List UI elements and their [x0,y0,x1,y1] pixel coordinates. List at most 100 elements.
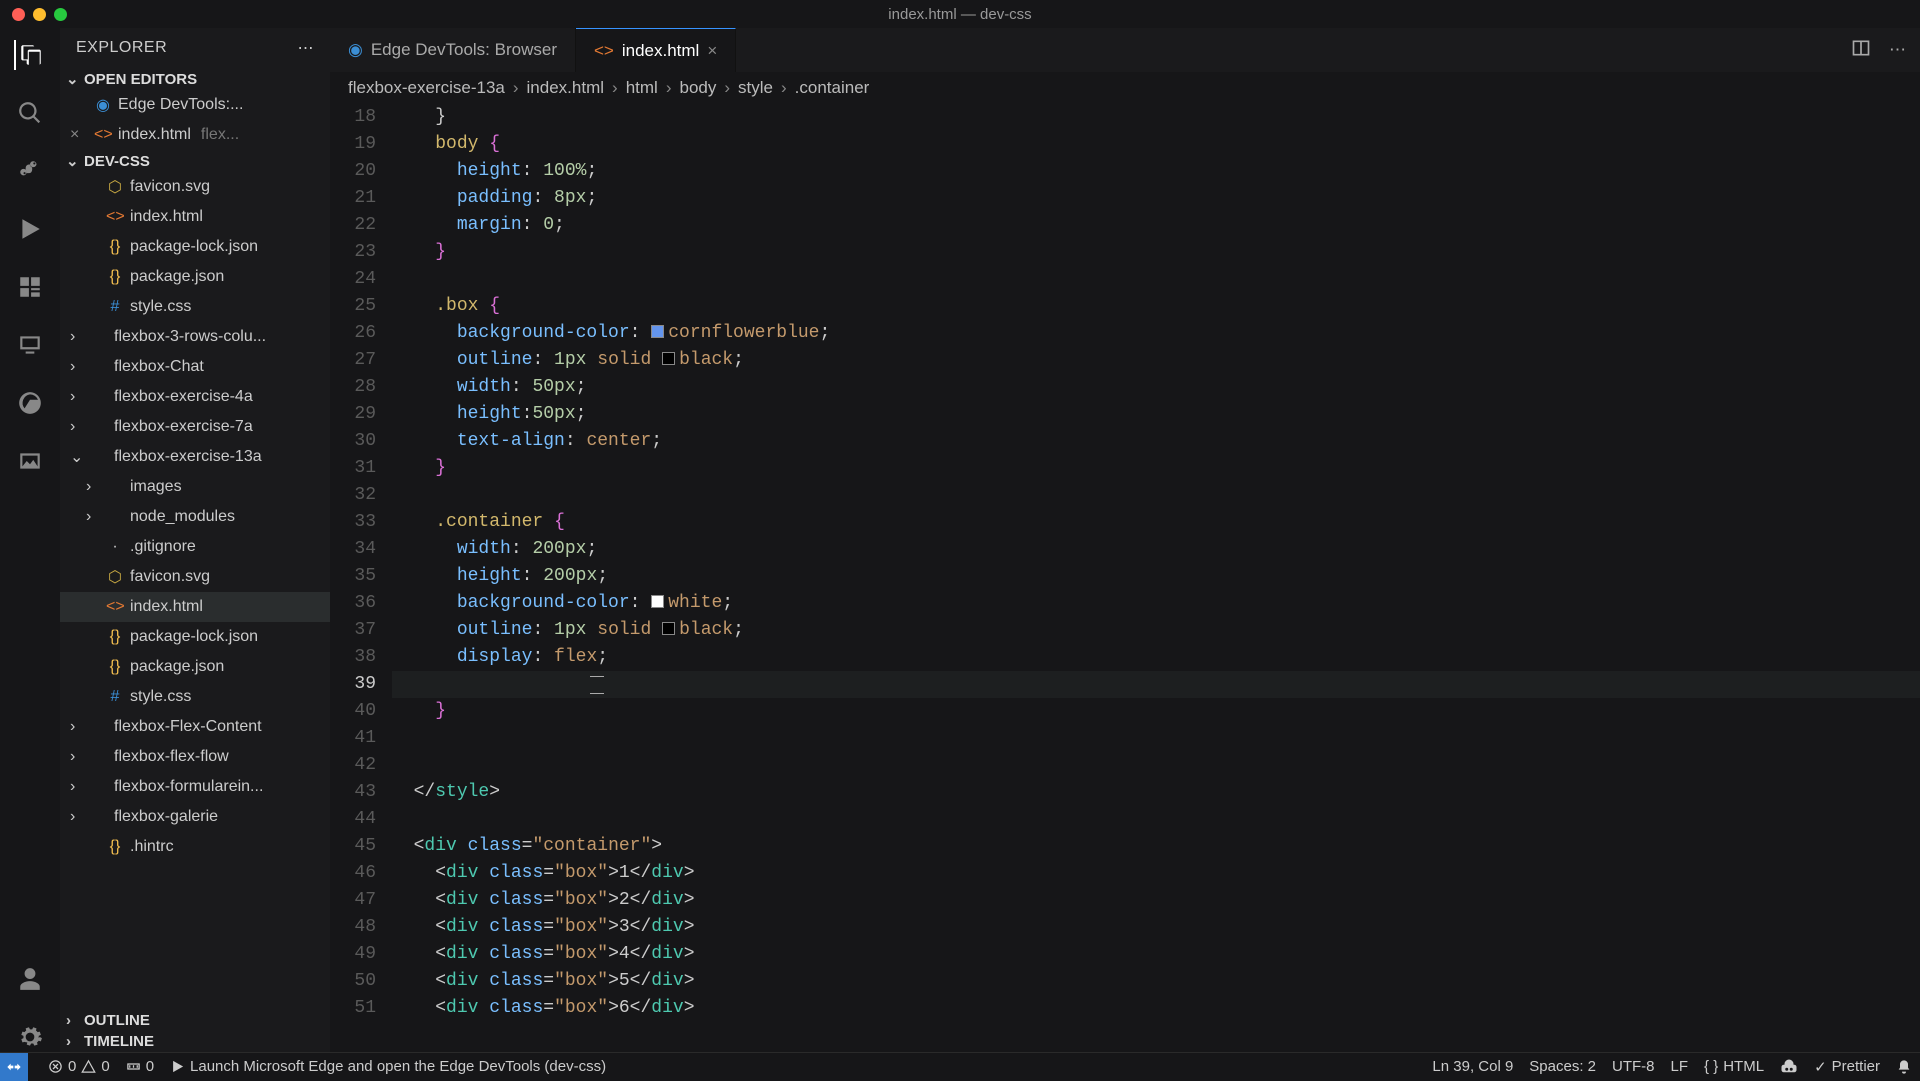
ports-status[interactable]: 0 [126,1058,154,1075]
breadcrumb-segment[interactable]: flexbox-exercise-13a [348,78,505,98]
tree-item-label: .gitignore [130,538,196,556]
edge-tools-icon[interactable] [15,388,45,418]
project-section[interactable]: ⌄ DEV-CSS [60,150,330,172]
eol-status[interactable]: LF [1671,1058,1689,1075]
tree-item-label: index.html [130,598,203,616]
tree-item[interactable]: ⌄flexbox-exercise-13a [60,442,330,472]
tree-item[interactable]: ›flexbox-Chat [60,352,330,382]
file-type-icon: {} [106,238,124,256]
minimize-window[interactable] [33,8,46,21]
file-type-icon: # [106,688,124,706]
copilot-icon[interactable] [1780,1058,1798,1076]
tree-item-label: flexbox-exercise-13a [114,448,262,466]
spaces-status[interactable]: Spaces: 2 [1529,1058,1596,1075]
chevron-right-icon: › [70,808,84,826]
window-title: index.html — dev-css [888,6,1031,23]
tree-item-label: flexbox-galerie [114,808,218,826]
breadcrumb-segment[interactable]: html [626,78,658,98]
tree-item[interactable]: #style.css [60,682,330,712]
tree-item-label: favicon.svg [130,568,210,586]
tree-item-label: flexbox-Flex-Content [114,718,262,736]
tree-item[interactable]: {}.hintrc [60,832,330,862]
chevron-right-icon: › [86,478,100,496]
tree-item[interactable]: ›flexbox-flex-flow [60,742,330,772]
tree-item-label: index.html [130,208,203,226]
encoding-status[interactable]: UTF-8 [1612,1058,1655,1075]
code-content[interactable]: } body { height: 100%; padding: 8px; mar… [392,104,1920,1052]
more-actions-icon[interactable]: ⋯ [1889,40,1906,60]
search-icon[interactable] [15,98,45,128]
file-label: Edge DevTools:... [118,96,243,114]
source-control-icon[interactable] [15,156,45,186]
explorer-icon[interactable] [14,40,44,70]
tree-item[interactable]: <>index.html [60,592,330,622]
gutter: 1819202122232425262728293031323334353637… [330,104,392,1052]
tree-item[interactable]: <>index.html [60,202,330,232]
breadcrumb[interactable]: flexbox-exercise-13a›index.html›html›bod… [330,72,1920,104]
language-status[interactable]: { }HTML [1704,1058,1764,1075]
tree-item-label: package-lock.json [130,238,258,256]
remote-button[interactable] [0,1053,28,1081]
tree-item[interactable]: ›flexbox-3-rows-colu... [60,322,330,352]
activity-bar [0,28,60,1052]
tree-item[interactable]: {} package-lock.json [60,232,330,262]
split-editor-icon[interactable] [1851,38,1871,63]
prettier-status[interactable]: ✓Prettier [1814,1058,1880,1076]
chevron-right-icon: › [70,718,84,736]
tree-item[interactable]: ·.gitignore [60,532,330,562]
launch-edge-button[interactable]: Launch Microsoft Edge and open the Edge … [170,1058,606,1075]
breadcrumb-segment[interactable]: body [679,78,716,98]
tree-item-label: node_modules [130,508,235,526]
run-debug-icon[interactable] [15,214,45,244]
open-editors-section[interactable]: ⌄ OPEN EDITORS [60,68,330,90]
tree-item-label: images [130,478,182,496]
close-tab-icon[interactable]: × [707,41,717,61]
tab[interactable]: <>index.html× [576,28,736,72]
notifications-icon[interactable] [1896,1059,1912,1075]
images-icon[interactable] [15,446,45,476]
tree-item[interactable]: ⬡favicon.svg [60,172,330,202]
file-icon: ◉ [94,95,112,115]
cursor-position[interactable]: Ln 39, Col 9 [1432,1058,1513,1075]
statusbar: 0 0 0 Launch Microsoft Edge and open the… [0,1052,1920,1080]
open-editor-item[interactable]: ×<>index.htmlflex... [60,120,330,150]
chevron-right-icon: › [70,388,84,406]
tree-item[interactable]: ›node_modules [60,502,330,532]
tree-item[interactable]: {}package.json [60,262,330,292]
close-icon[interactable]: × [70,126,88,144]
tree-item[interactable]: ›flexbox-exercise-4a [60,382,330,412]
tree-item[interactable]: {}package-lock.json [60,622,330,652]
account-icon[interactable] [15,964,45,994]
settings-icon[interactable] [15,1022,45,1052]
tree-item[interactable]: ›flexbox-formularein... [60,772,330,802]
timeline-section[interactable]: › TIMELINE [60,1031,330,1052]
more-icon[interactable]: ⋯ [298,38,315,58]
remote-explorer-icon[interactable] [15,330,45,360]
tree-item-label: style.css [130,298,191,316]
tree-item[interactable]: {} package.json [60,652,330,682]
chevron-right-icon: › [70,418,84,436]
explorer-title: EXPLORER [76,39,167,57]
maximize-window[interactable] [54,8,67,21]
chevron-right-icon: › [70,778,84,796]
extensions-icon[interactable] [15,272,45,302]
file-type-icon: {} [106,268,124,286]
open-editor-item[interactable]: ◉ Edge DevTools:... [60,90,330,120]
outline-section[interactable]: › OUTLINE [60,1010,330,1031]
tab[interactable]: ◉Edge DevTools: Browser [330,28,576,72]
breadcrumb-segment[interactable]: .container [795,78,870,98]
file-type-icon: {} [106,658,124,676]
errors-status[interactable]: 0 0 [48,1058,110,1075]
tree-item[interactable]: ⬡favicon.svg [60,562,330,592]
tree-item-label: package.json [130,658,224,676]
tree-item-label: package-lock.json [130,628,258,646]
tree-item[interactable]: #style.css [60,292,330,322]
breadcrumb-segment[interactable]: index.html [527,78,604,98]
tree-item[interactable]: › flexbox-galerie [60,802,330,832]
breadcrumb-segment[interactable]: style [738,78,773,98]
tree-item[interactable]: › images [60,472,330,502]
tree-item[interactable]: › flexbox-Flex-Content [60,712,330,742]
close-window[interactable] [12,8,25,21]
file-type-icon: {} [106,838,124,856]
tree-item[interactable]: ›flexbox-exercise-7a [60,412,330,442]
